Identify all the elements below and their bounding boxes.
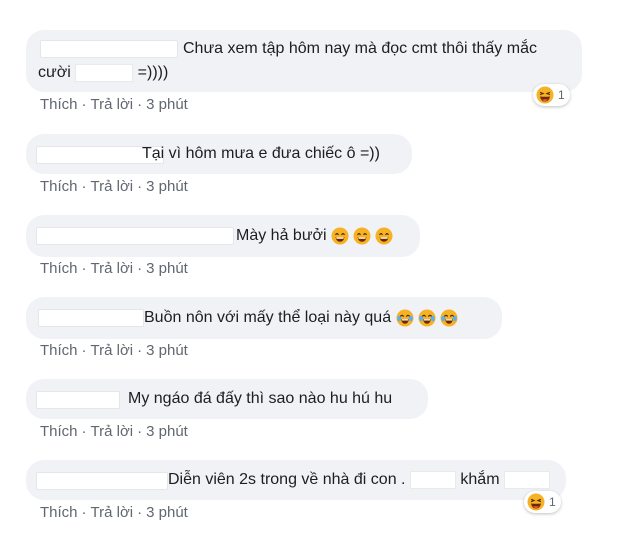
timestamp-link[interactable]: 3 phút bbox=[146, 504, 188, 521]
separator: · bbox=[137, 260, 143, 277]
separator: · bbox=[137, 342, 143, 359]
smiling-emoji-icon bbox=[331, 227, 349, 245]
reply-button[interactable]: Trả lời bbox=[91, 342, 134, 359]
redacted-author-name[interactable] bbox=[36, 391, 120, 409]
comment-text-line1: Chưa xem tập hôm nay mà đọc cmt thôi thấ… bbox=[183, 40, 537, 57]
comment-bubble: Mày hả bưởi bbox=[26, 215, 420, 257]
comment-bubble: Buồn nôn với mấy thể loại này quá bbox=[26, 297, 502, 339]
smiling-emoji-icon bbox=[375, 227, 393, 245]
comment-text-fragment: =)))) bbox=[137, 64, 169, 81]
like-button[interactable]: Thích bbox=[40, 423, 78, 440]
comment-text: Buồn nôn với mấy thể loại này quá bbox=[144, 307, 458, 329]
like-button[interactable]: Thích bbox=[40, 178, 78, 195]
redacted-author-name[interactable] bbox=[38, 309, 144, 327]
reaction-count-badge[interactable]: 1 bbox=[533, 84, 570, 106]
comment-text-line2: cười =)))) bbox=[38, 62, 168, 84]
separator: · bbox=[137, 504, 143, 521]
reaction-count: 1 bbox=[558, 88, 565, 102]
like-button[interactable]: Thích bbox=[40, 342, 78, 359]
redacted-text bbox=[409, 470, 456, 489]
timestamp-link[interactable]: 3 phút bbox=[146, 178, 188, 195]
reply-button[interactable]: Trả lời bbox=[91, 260, 134, 277]
comment-text-fragment: Buồn nôn với mấy thể loại này quá bbox=[144, 309, 392, 326]
crying-laughing-emoji-icon bbox=[396, 309, 414, 327]
reaction-count: 1 bbox=[549, 495, 556, 509]
reaction-count-badge[interactable]: 1 bbox=[524, 491, 561, 513]
comment-actions: Thích · Trả lời · 3 phút bbox=[40, 260, 188, 277]
separator: · bbox=[81, 178, 87, 195]
comment-text: Diễn viên 2s trong về nhà đi con . khắm bbox=[168, 469, 550, 491]
timestamp-link[interactable]: 3 phút bbox=[146, 260, 188, 277]
timestamp-link[interactable]: 3 phút bbox=[146, 96, 188, 113]
separator: · bbox=[81, 96, 87, 113]
comment-text: Mày hả bưởi bbox=[236, 225, 393, 247]
crying-laughing-emoji-icon bbox=[418, 309, 436, 327]
comment-text-fragment: Mày hả bưởi bbox=[236, 227, 327, 244]
separator: · bbox=[81, 342, 87, 359]
separator: · bbox=[81, 504, 87, 521]
like-button[interactable]: Thích bbox=[40, 260, 78, 277]
comment-actions: Thích · Trả lời · 3 phút bbox=[40, 342, 188, 359]
comment-actions: Thích · Trả lời · 3 phút bbox=[40, 423, 188, 440]
separator: · bbox=[81, 260, 87, 277]
like-button[interactable]: Thích bbox=[40, 504, 78, 521]
reply-button[interactable]: Trả lời bbox=[91, 504, 134, 521]
comment-text-fragment: Diễn viên 2s trong về nhà đi con . bbox=[168, 471, 406, 488]
like-button[interactable]: Thích bbox=[40, 96, 78, 113]
redacted-author-name[interactable] bbox=[36, 472, 168, 490]
comment-actions: Thích · Trả lời · 3 phút bbox=[40, 96, 188, 113]
reply-button[interactable]: Trả lời bbox=[91, 423, 134, 440]
separator: · bbox=[137, 96, 143, 113]
comment-bubble: Chưa xem tập hôm nay mà đọc cmt thôi thấ… bbox=[26, 30, 582, 92]
smiling-emoji-icon bbox=[353, 227, 371, 245]
comment-bubble: Diễn viên 2s trong về nhà đi con . khắm bbox=[26, 460, 566, 500]
laughing-emoji-icon bbox=[536, 86, 554, 104]
separator: · bbox=[137, 423, 143, 440]
separator: · bbox=[137, 178, 143, 195]
laughing-emoji-icon bbox=[527, 493, 545, 511]
comment-text: My ngáo đá đấy thì sao nào hu hú hu bbox=[128, 390, 393, 407]
comment-bubble: My ngáo đá đấy thì sao nào hu hú hu bbox=[26, 379, 428, 419]
timestamp-link[interactable]: 3 phút bbox=[146, 423, 188, 440]
crying-laughing-emoji-icon bbox=[440, 309, 458, 327]
comment-text: Tại vì hôm mưa e đưa chiếc ô =)) bbox=[142, 145, 380, 162]
comment-actions: Thích · Trả lời · 3 phút bbox=[40, 504, 188, 521]
redacted-text bbox=[503, 470, 550, 489]
comment-bubble: Tại vì hôm mưa e đưa chiếc ô =)) bbox=[26, 134, 412, 174]
redacted-text bbox=[75, 63, 134, 82]
timestamp-link[interactable]: 3 phút bbox=[146, 342, 188, 359]
reply-button[interactable]: Trả lời bbox=[91, 96, 134, 113]
separator: · bbox=[81, 423, 87, 440]
reply-button[interactable]: Trả lời bbox=[91, 178, 134, 195]
redacted-author-name[interactable] bbox=[40, 40, 178, 58]
redacted-author-name[interactable] bbox=[36, 227, 234, 245]
comment-actions: Thích · Trả lời · 3 phút bbox=[40, 178, 188, 195]
comment-text-fragment: khắm bbox=[460, 471, 500, 488]
comment-text-fragment: cười bbox=[38, 64, 71, 81]
